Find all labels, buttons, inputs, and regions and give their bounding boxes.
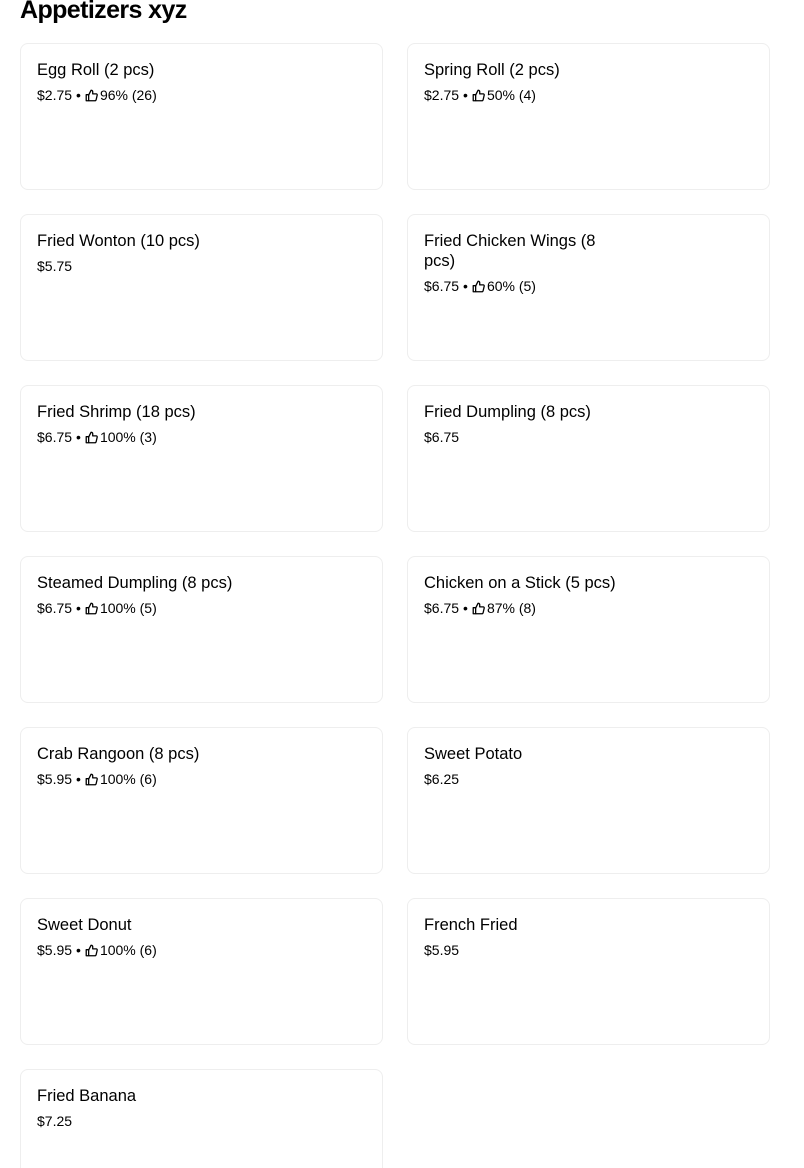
item-price: $5.95 xyxy=(37,942,73,958)
item-meta: $6.75 xyxy=(424,427,753,447)
item-meta: $6.75 • 87% (8) xyxy=(424,598,753,618)
item-name: Fried Shrimp (18 pcs) xyxy=(37,403,196,421)
menu-item-card[interactable]: Spring Roll (2 pcs) $2.75 • 50% (4) xyxy=(407,43,770,190)
item-rating: 100% (6) xyxy=(99,942,157,958)
item-price: $6.75 xyxy=(424,600,460,616)
meta-separator: • xyxy=(463,600,468,616)
item-name: Fried Dumpling (8 pcs) xyxy=(424,403,591,421)
menu-item-card[interactable]: Steamed Dumpling (8 pcs) $6.75 • 100% (5… xyxy=(20,556,383,703)
item-rating: 100% (3) xyxy=(99,429,157,445)
meta-separator: • xyxy=(463,278,468,294)
item-rating: 50% (4) xyxy=(486,87,536,103)
menu-item-card[interactable]: French Fried $5.95 xyxy=(407,898,770,1045)
item-name: Egg Roll (2 pcs) xyxy=(37,61,155,79)
item-name: Fried Chicken Wings (8 pcs) xyxy=(424,232,596,270)
menu-item-card[interactable]: Fried Wonton (10 pcs) $5.75 xyxy=(20,214,383,361)
item-meta: $6.75 • 100% (5) xyxy=(37,598,366,618)
item-name: Spring Roll (2 pcs) xyxy=(424,61,560,79)
item-name: Steamed Dumpling (8 pcs) xyxy=(37,574,233,592)
item-name: French Fried xyxy=(424,916,518,934)
menu-item-card[interactable]: Chicken on a Stick (5 pcs) $6.75 • 87% (… xyxy=(407,556,770,703)
item-name: Sweet Potato xyxy=(424,745,523,763)
item-rating: 87% (8) xyxy=(486,600,536,616)
thumbs-up-icon xyxy=(472,280,485,293)
meta-separator: • xyxy=(463,87,468,103)
item-meta: $5.95 • 100% (6) xyxy=(37,769,366,789)
item-price: $2.75 xyxy=(424,87,460,103)
menu-item-card[interactable]: Sweet Donut $5.95 • 100% (6) xyxy=(20,898,383,1045)
thumbs-up-icon xyxy=(85,431,98,444)
meta-separator: • xyxy=(76,87,81,103)
thumbs-up-icon xyxy=(85,773,98,786)
thumbs-up-icon xyxy=(85,944,98,957)
item-price: $6.75 xyxy=(424,429,460,445)
item-name: Crab Rangoon (8 pcs) xyxy=(37,745,200,763)
menu-item-grid: Egg Roll (2 pcs) $2.75 • 96% (26) Spring… xyxy=(20,43,770,1168)
meta-separator: • xyxy=(76,429,81,445)
item-price: $5.95 xyxy=(37,771,73,787)
item-name: Sweet Donut xyxy=(37,916,132,934)
item-price: $6.75 xyxy=(424,278,460,294)
thumbs-up-icon xyxy=(85,602,98,615)
item-price: $5.75 xyxy=(37,258,73,274)
item-meta: $5.95 • 100% (6) xyxy=(37,940,366,960)
item-price: $6.25 xyxy=(424,771,460,787)
item-meta: $7.25 xyxy=(37,1111,366,1131)
item-rating: 96% (26) xyxy=(99,87,157,103)
menu-item-card[interactable]: Sweet Potato $6.25 xyxy=(407,727,770,874)
item-meta: $6.75 • 60% (5) xyxy=(424,276,753,296)
item-name: Fried Banana xyxy=(37,1087,137,1105)
menu-item-card[interactable]: Fried Dumpling (8 pcs) $6.75 xyxy=(407,385,770,532)
menu-page: Appetizers xyz Egg Roll (2 pcs) $2.75 • … xyxy=(0,0,804,1168)
section-title: Appetizers xyz xyxy=(20,0,187,24)
item-price: $6.75 xyxy=(37,429,73,445)
item-price: $5.95 xyxy=(424,942,460,958)
item-meta: $6.75 • 100% (3) xyxy=(37,427,366,447)
menu-item-card[interactable]: Fried Banana $7.25 xyxy=(20,1069,383,1168)
item-meta: $6.25 xyxy=(424,769,753,789)
item-rating: 60% (5) xyxy=(486,278,536,294)
menu-item-card[interactable]: Egg Roll (2 pcs) $2.75 • 96% (26) xyxy=(20,43,383,190)
item-rating: 100% (6) xyxy=(99,771,157,787)
item-name: Fried Wonton (10 pcs) xyxy=(37,232,200,250)
menu-item-card[interactable]: Fried Chicken Wings (8 pcs) $6.75 • 60% … xyxy=(407,214,770,361)
thumbs-up-icon xyxy=(472,602,485,615)
item-meta: $5.75 xyxy=(37,256,366,276)
thumbs-up-icon xyxy=(85,89,98,102)
item-meta: $2.75 • 50% (4) xyxy=(424,85,753,105)
menu-item-card[interactable]: Fried Shrimp (18 pcs) $6.75 • 100% (3) xyxy=(20,385,383,532)
meta-separator: • xyxy=(76,600,81,616)
meta-separator: • xyxy=(76,942,81,958)
menu-item-card[interactable]: Crab Rangoon (8 pcs) $5.95 • 100% (6) xyxy=(20,727,383,874)
item-price: $2.75 xyxy=(37,87,73,103)
item-price: $7.25 xyxy=(37,1113,73,1129)
item-meta: $5.95 xyxy=(424,940,753,960)
item-meta: $2.75 • 96% (26) xyxy=(37,85,366,105)
item-rating: 100% (5) xyxy=(99,600,157,616)
thumbs-up-icon xyxy=(472,89,485,102)
meta-separator: • xyxy=(76,771,81,787)
item-price: $6.75 xyxy=(37,600,73,616)
item-name: Chicken on a Stick (5 pcs) xyxy=(424,574,616,592)
